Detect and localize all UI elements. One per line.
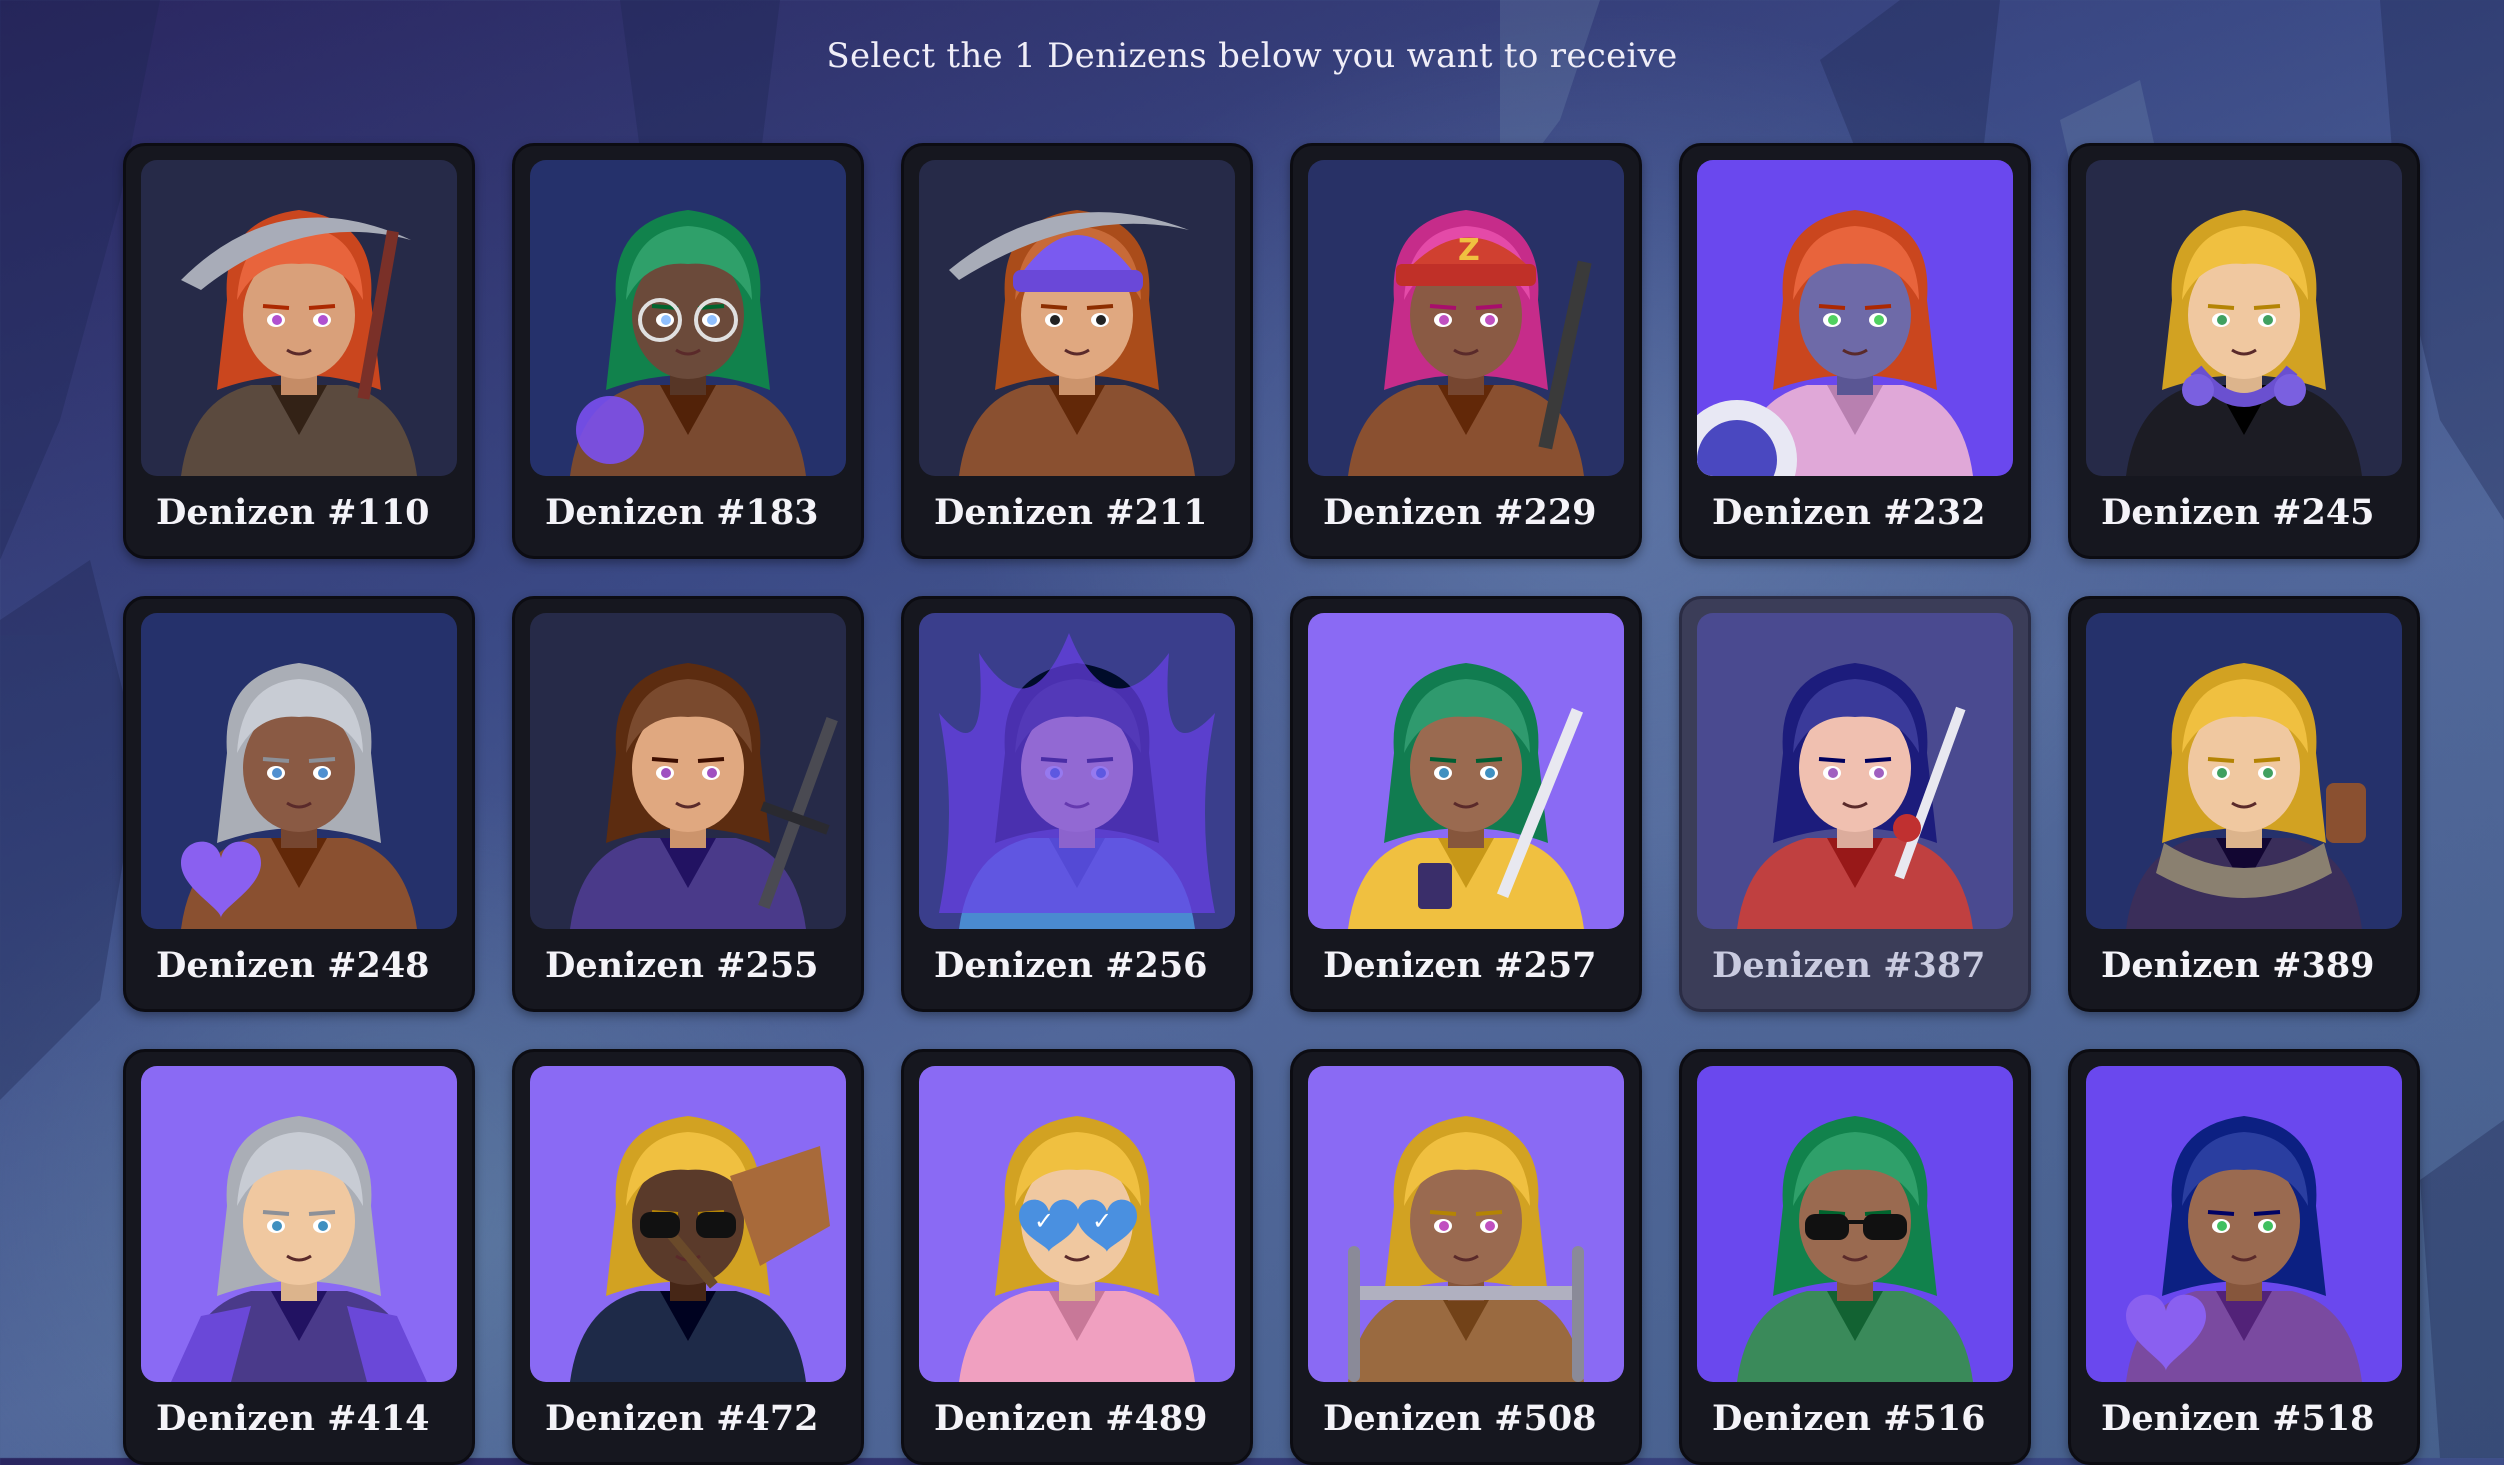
denizen-name-label: Denizen #516 <box>1712 1398 1986 1439</box>
denizen-card[interactable]: Denizen #387 <box>1679 596 2031 1012</box>
denizen-name-label: Denizen #229 <box>1323 492 1597 533</box>
denizen-portrait <box>2086 160 2402 476</box>
denizen-portrait <box>141 160 457 476</box>
denizen-portrait <box>919 160 1235 476</box>
denizen-portrait-frame <box>530 160 846 476</box>
denizen-name-label: Denizen #248 <box>156 945 430 986</box>
denizen-portrait-frame <box>1308 613 1624 929</box>
denizen-portrait <box>1697 613 2013 929</box>
denizen-portrait-frame <box>530 613 846 929</box>
denizen-portrait <box>530 613 846 929</box>
denizen-name-label: Denizen #414 <box>156 1398 430 1439</box>
denizen-card[interactable]: ✓ ✓ Denizen #489 <box>901 1049 1253 1465</box>
denizen-card[interactable]: Denizen #256 <box>901 596 1253 1012</box>
denizen-portrait-frame <box>1697 1066 2013 1382</box>
denizen-portrait-frame <box>1308 1066 1624 1382</box>
denizen-portrait-frame <box>1697 613 2013 929</box>
denizen-portrait <box>2086 1066 2402 1382</box>
denizen-name-label: Denizen #508 <box>1323 1398 1597 1439</box>
denizen-portrait-frame <box>141 613 457 929</box>
denizen-card[interactable]: Denizen #414 <box>123 1049 475 1465</box>
denizen-name-label: Denizen #256 <box>934 945 1208 986</box>
denizen-portrait-frame <box>2086 613 2402 929</box>
denizen-card[interactable]: Denizen #248 <box>123 596 475 1012</box>
denizen-portrait <box>1308 613 1624 929</box>
denizen-portrait-frame <box>919 160 1235 476</box>
denizen-card[interactable]: Denizen #257 <box>1290 596 1642 1012</box>
denizen-name-label: Denizen #183 <box>545 492 819 533</box>
denizen-portrait <box>530 1066 846 1382</box>
denizen-portrait: ✓ ✓ <box>919 1066 1235 1382</box>
denizen-card[interactable]: Z Denizen #229 <box>1290 143 1642 559</box>
denizen-portrait: Z <box>1308 160 1624 476</box>
denizen-card[interactable]: Denizen #472 <box>512 1049 864 1465</box>
denizen-portrait-frame <box>530 1066 846 1382</box>
denizen-portrait-frame <box>141 160 457 476</box>
denizen-name-label: Denizen #245 <box>2101 492 2375 533</box>
denizen-card[interactable]: Denizen #183 <box>512 143 864 559</box>
denizen-portrait <box>919 613 1235 929</box>
denizen-card[interactable]: Denizen #110 <box>123 143 475 559</box>
denizen-portrait-frame <box>2086 1066 2402 1382</box>
denizen-portrait <box>530 160 846 476</box>
denizen-name-label: Denizen #472 <box>545 1398 819 1439</box>
svg-text:✓: ✓ <box>1092 1207 1112 1235</box>
denizen-portrait <box>1697 1066 2013 1382</box>
denizen-card[interactable]: Denizen #518 <box>2068 1049 2420 1465</box>
denizen-portrait <box>2086 613 2402 929</box>
denizen-portrait-frame <box>2086 160 2402 476</box>
denizen-name-label: Denizen #387 <box>1712 945 1986 986</box>
denizen-name-label: Denizen #257 <box>1323 945 1597 986</box>
svg-text:Z: Z <box>1458 233 1480 268</box>
denizen-name-label: Denizen #255 <box>545 945 819 986</box>
denizen-card[interactable]: Denizen #211 <box>901 143 1253 559</box>
denizen-card[interactable]: Denizen #245 <box>2068 143 2420 559</box>
selection-prompt: Select the 1 Denizens below you want to … <box>826 36 1678 76</box>
denizen-card[interactable]: Denizen #232 <box>1679 143 2031 559</box>
denizen-portrait <box>141 613 457 929</box>
denizen-portrait <box>141 1066 457 1382</box>
denizen-card[interactable]: Denizen #508 <box>1290 1049 1642 1465</box>
denizen-card[interactable]: Denizen #516 <box>1679 1049 2031 1465</box>
denizen-portrait <box>1308 1066 1624 1382</box>
denizen-name-label: Denizen #232 <box>1712 492 1986 533</box>
denizen-name-label: Denizen #518 <box>2101 1398 2375 1439</box>
denizen-portrait-frame <box>141 1066 457 1382</box>
denizen-name-label: Denizen #211 <box>934 492 1208 533</box>
svg-text:✓: ✓ <box>1034 1207 1054 1235</box>
denizen-name-label: Denizen #389 <box>2101 945 2375 986</box>
denizen-portrait <box>1697 160 2013 476</box>
denizen-name-label: Denizen #110 <box>156 492 430 533</box>
denizen-card[interactable]: Denizen #389 <box>2068 596 2420 1012</box>
denizen-grid: Denizen #110 Denizen #183 Denizen #211 Z Den… <box>123 143 2420 1465</box>
denizen-name-label: Denizen #489 <box>934 1398 1208 1439</box>
denizen-portrait-frame: Z <box>1308 160 1624 476</box>
denizen-portrait-frame <box>1697 160 2013 476</box>
denizen-portrait-frame: ✓ ✓ <box>919 1066 1235 1382</box>
denizen-card[interactable]: Denizen #255 <box>512 596 864 1012</box>
denizen-portrait-frame <box>919 613 1235 929</box>
